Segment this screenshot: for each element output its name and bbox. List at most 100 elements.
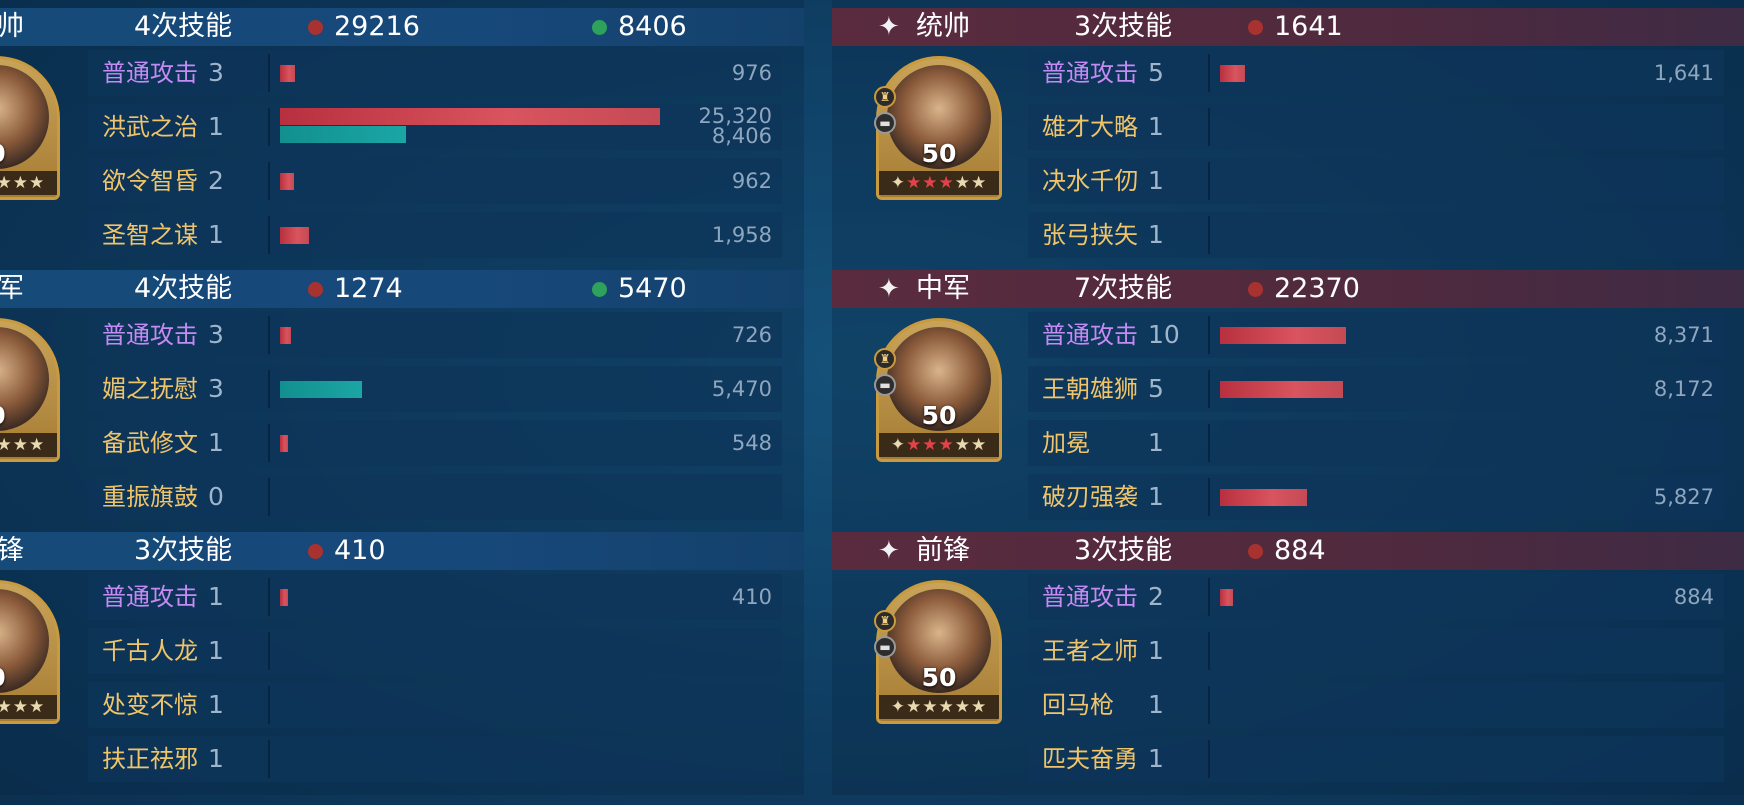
skill-count-label: 7次技能 [1074, 273, 1173, 304]
skill-name: 圣智之谋 [102, 221, 198, 249]
star-rating: ✦★★★★★ [879, 171, 999, 195]
skill-name: 王朝雄狮 [1042, 375, 1138, 403]
skill-count: 1 [1148, 220, 1164, 249]
skill-count: 1 [208, 636, 224, 665]
heal-dot-icon [592, 20, 607, 35]
skill-name: 媚之抚慰 [102, 375, 198, 403]
skill-name: 普通攻击 [102, 583, 198, 611]
skill-row: 普通攻击 3 726 [88, 312, 782, 358]
skill-name: 普通攻击 [1042, 59, 1138, 87]
left-team-panel: 统帅 4次技能 29216 8406 0 ✦★★★★★ 普通攻击 3 976 洪武之治 1 25,32… [0, 0, 804, 795]
skill-row: 处变不惊 1 [88, 682, 782, 728]
skill-row: 加冕 1 [1028, 420, 1724, 466]
skill-value: 5,827 [1653, 485, 1714, 509]
damage-value: 25,320 [698, 104, 772, 128]
column-divider [1208, 54, 1210, 92]
skill-count: 10 [1148, 320, 1180, 349]
skill-row: 普通攻击 10 8,371 [1028, 312, 1724, 358]
skill-name: 重振旗鼓 [102, 483, 198, 511]
skill-row: 王者之师 1 [1028, 628, 1724, 674]
damage-total: 22370 [1274, 273, 1360, 304]
unit-type-icon: ▬ [874, 636, 896, 658]
column-divider [1208, 216, 1210, 254]
column-divider [268, 478, 270, 516]
skill-row: 王朝雄狮 5 8,172 [1028, 366, 1724, 412]
heal-total: 5470 [618, 273, 687, 304]
skill-count: 1 [1148, 112, 1164, 141]
heal-value: 8,406 [711, 124, 772, 148]
heal-total: 8406 [618, 11, 687, 42]
skill-row: 媚之抚慰 3 5,470 [88, 366, 782, 412]
damage-dot-icon [308, 544, 323, 559]
skill-name: 加冕 [1042, 429, 1090, 457]
damage-bar [1220, 327, 1346, 344]
damage-total: 1641 [1274, 11, 1343, 42]
skill-count: 3 [208, 320, 224, 349]
skill-row: 普通攻击 1 410 [88, 574, 782, 620]
general-portrait[interactable]: 50 ✦★★★★★ [876, 318, 1002, 462]
general-level: 50 [921, 663, 957, 692]
skill-count-label: 3次技能 [1074, 535, 1173, 566]
damage-bar [280, 65, 295, 82]
column-divider [268, 424, 270, 462]
skill-name: 处变不惊 [102, 691, 198, 719]
column-divider [1208, 424, 1210, 462]
star-rating: ✦★★★★★ [879, 695, 999, 719]
group-header: 中军 4次技能 1274 5470 [0, 270, 804, 308]
skill-count-label: 4次技能 [134, 11, 233, 42]
column-divider [1208, 686, 1210, 724]
unit-type-icon: ▬ [874, 374, 896, 396]
right-team-panel: ✦ 统帅 3次技能 1641 50 ✦★★★★★ ♜ ▬ 普通攻击 5 1,641 雄才大略 1 决水千仞… [832, 0, 1744, 795]
general-portrait[interactable]: 50 ✦★★★★★ [876, 580, 1002, 724]
skill-count: 1 [208, 744, 224, 773]
damage-total: 29216 [334, 11, 420, 42]
skill-value: 726 [731, 323, 772, 347]
damage-bar [280, 327, 291, 344]
damage-dot-icon [1248, 282, 1263, 297]
heal-bar [280, 381, 363, 398]
skill-name: 决水千仞 [1042, 167, 1138, 195]
skill-count: 2 [208, 166, 224, 195]
general-portrait[interactable]: 0 ✦★★★★★ [0, 56, 60, 200]
star-rating: ✦★★★★★ [0, 171, 57, 195]
role-label: 中军 [0, 273, 24, 304]
skill-row: 破刃强袭 1 5,827 [1028, 474, 1724, 520]
general-portrait[interactable]: 0 ✦★★★★★ [0, 318, 60, 462]
skill-value: 1,958 [711, 223, 772, 247]
damage-bar [1220, 589, 1234, 606]
skill-row: 扶正祛邪 1 [88, 736, 782, 782]
general-portrait[interactable]: 50 ✦★★★★★ [876, 56, 1002, 200]
skill-count: 1 [208, 220, 224, 249]
skill-name: 普通攻击 [102, 321, 198, 349]
column-divider [268, 54, 270, 92]
skill-name: 备武修文 [102, 429, 198, 457]
role-label: 中军 [916, 273, 970, 304]
damage-bar [280, 227, 310, 244]
skill-name: 匹夫奋勇 [1042, 745, 1138, 773]
damage-total: 1274 [334, 273, 403, 304]
skill-value: 8,172 [1653, 377, 1714, 401]
skill-row: 匹夫奋勇 1 [1028, 736, 1724, 782]
damage-total: 884 [1274, 535, 1326, 566]
star-rating: ✦★★★★★ [0, 695, 57, 719]
column-divider [1208, 162, 1210, 200]
skill-row: 洪武之治 1 25,320 8,406 [88, 104, 782, 150]
skill-count: 1 [208, 690, 224, 719]
general-level: 0 [0, 401, 57, 430]
skill-name: 千古人龙 [102, 637, 198, 665]
group-header: ✦ 统帅 3次技能 1641 [832, 8, 1744, 46]
skill-row: 雄才大略 1 [1028, 104, 1724, 150]
skill-name: 欲令智昏 [102, 167, 198, 195]
damage-dot-icon [1248, 544, 1263, 559]
general-level: 50 [921, 139, 957, 168]
role-star-icon: ✦ [878, 12, 900, 42]
skill-row: 千古人龙 1 [88, 628, 782, 674]
general-portrait[interactable]: 0 ✦★★★★★ [0, 580, 60, 724]
star-rating: ✦★★★★★ [0, 433, 57, 457]
role-star-icon: ✦ [878, 536, 900, 566]
skill-count: 3 [208, 374, 224, 403]
group-header: 前锋 3次技能 410 [0, 532, 804, 570]
skill-count: 1 [1148, 428, 1164, 457]
skill-name: 破刃强袭 [1042, 483, 1138, 511]
rank-badge-icon: ♜ [874, 348, 896, 370]
